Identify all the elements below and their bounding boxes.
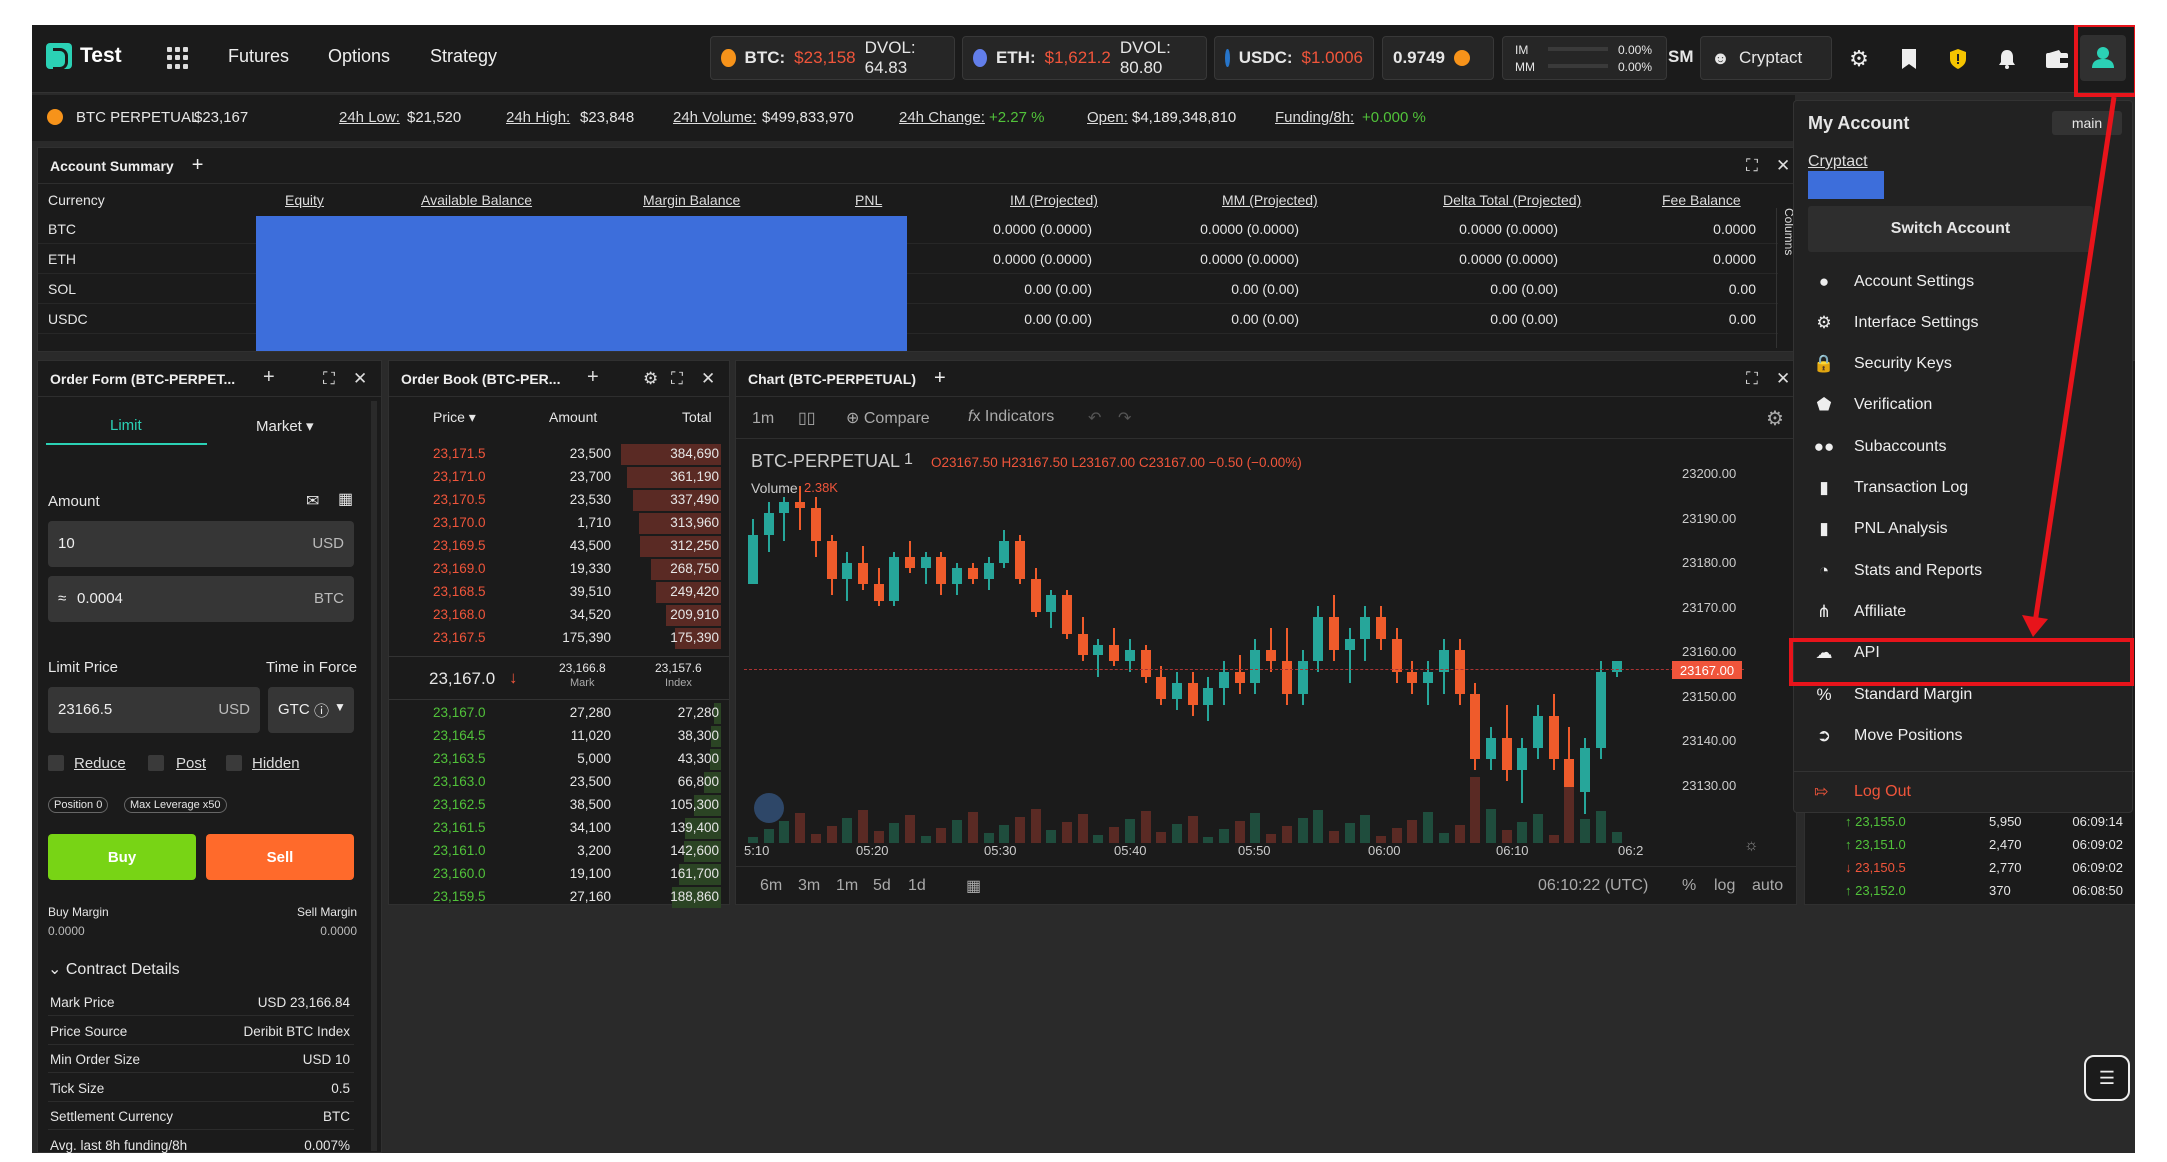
trading-app: Test Futures Options Strategy BTC: $23,15… (32, 25, 2135, 1153)
annotation-arrow (2022, 96, 2117, 637)
